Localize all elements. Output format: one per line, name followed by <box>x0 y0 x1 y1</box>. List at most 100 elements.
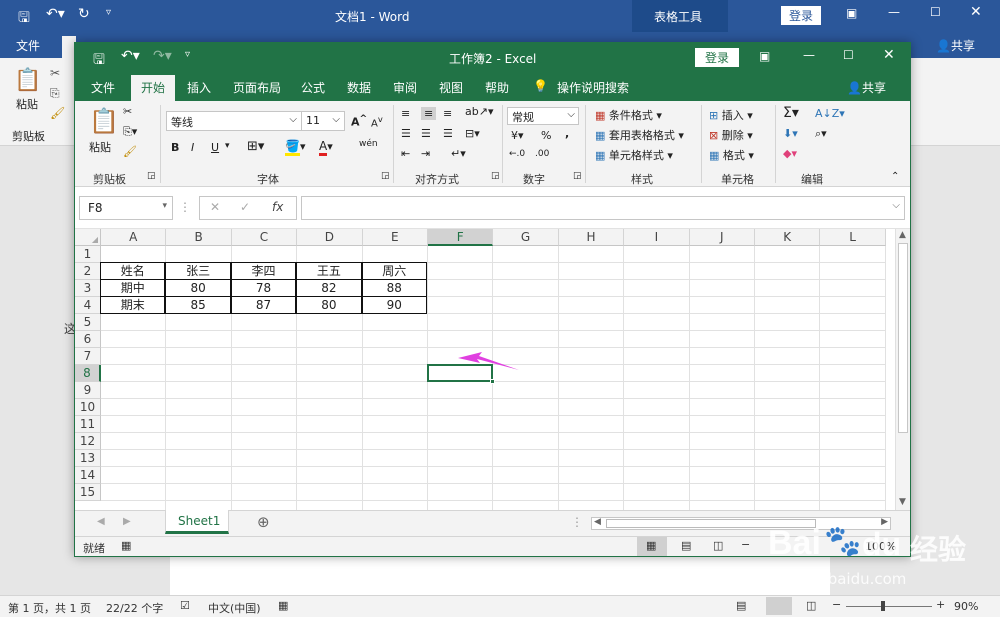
word-tab-file[interactable]: 文件 <box>16 37 40 54</box>
word-copy-icon[interactable]: ⎘ <box>50 86 60 101</box>
column-header-a[interactable]: A <box>101 229 167 246</box>
name-box[interactable]: F8 ▾ <box>79 196 173 220</box>
excel-login-button[interactable]: 登录 <box>695 48 740 67</box>
table-format-button[interactable]: ▦ 套用表格格式 ▾ <box>595 127 684 143</box>
column-header-k[interactable]: K <box>755 229 821 246</box>
word-share-button[interactable]: 👤共享 <box>936 37 975 54</box>
format-cells-button[interactable]: ▦ 格式 ▾ <box>709 147 754 163</box>
font-name-select[interactable]: 等线 ⌵ <box>166 111 302 131</box>
align-right-icon[interactable]: ☰ <box>443 127 453 140</box>
copy-icon[interactable]: ⎘▾ <box>123 125 137 139</box>
insert-cells-button[interactable]: ⊞ 插入 ▾ <box>709 107 753 123</box>
column-header-e[interactable]: E <box>362 229 428 246</box>
normal-view-icon[interactable]: ▦ <box>637 537 667 556</box>
vertical-scrollbar[interactable]: ▲ ▼ <box>895 229 910 510</box>
merge-center-icon[interactable]: ⊟▾ <box>465 127 480 140</box>
column-header-l[interactable]: L <box>820 229 886 246</box>
find-select-button[interactable]: ⌕▾ <box>815 127 827 141</box>
word-cut-icon[interactable]: ✂ <box>50 66 60 80</box>
read-mode-icon[interactable]: ▤ <box>736 599 746 612</box>
excel-ribbon-display-icon[interactable]: ▣ <box>759 49 770 63</box>
word-zoom-level[interactable]: 90% <box>954 600 978 613</box>
row-header-5[interactable]: 5 <box>75 314 101 331</box>
orientation-icon[interactable]: ab↗▾ <box>465 105 493 118</box>
alignment-launcher-icon[interactable]: ◲ <box>491 171 500 181</box>
row-header-12[interactable]: 12 <box>75 433 101 450</box>
align-top-icon[interactable]: ≡ <box>401 107 410 120</box>
tab-file[interactable]: 文件 <box>91 79 115 96</box>
row-header-8[interactable]: 8 <box>75 365 101 382</box>
excel-maximize-icon[interactable]: ☐ <box>843 48 854 62</box>
maximize-icon[interactable]: ☐ <box>930 5 941 19</box>
excel-undo-icon[interactable]: ↶▾ <box>121 48 140 64</box>
clear-icon[interactable]: ◆▾ <box>783 147 797 160</box>
underline-button[interactable]: U <box>211 141 219 154</box>
row-header-11[interactable]: 11 <box>75 416 101 433</box>
redo-icon[interactable]: ↻ <box>78 6 90 22</box>
table-cell[interactable]: 80 <box>165 279 231 297</box>
ribbon-display-icon[interactable]: ▣ <box>846 6 857 20</box>
page-break-view-icon[interactable]: ◫ <box>713 539 723 552</box>
undo-icon[interactable]: ↶▾ <box>46 6 65 22</box>
align-bottom-icon[interactable]: ≡ <box>443 107 452 120</box>
align-left-icon[interactable]: ☰ <box>401 127 411 140</box>
row-header-14[interactable]: 14 <box>75 467 101 484</box>
table-cell[interactable]: 王五 <box>296 262 362 280</box>
italic-button[interactable]: I <box>191 141 194 154</box>
border-icon[interactable]: ⊞▾ <box>247 139 264 154</box>
autosum-button[interactable]: Σ▾ <box>783 105 799 121</box>
row-header-9[interactable]: 9 <box>75 382 101 399</box>
font-launcher-icon[interactable]: ◲ <box>381 171 390 181</box>
delete-cells-button[interactable]: ⊠ 删除 ▾ <box>709 127 753 143</box>
paste-icon[interactable]: 📋 <box>89 107 119 135</box>
excel-share-button[interactable]: 👤共享 <box>847 79 886 96</box>
font-color-button[interactable]: A▾ <box>319 139 333 156</box>
tab-insert[interactable]: 插入 <box>187 79 211 96</box>
sort-filter-button[interactable]: A↓Z▾ <box>815 107 845 120</box>
customize-qat-icon[interactable]: ▿ <box>106 7 111 18</box>
word-format-painter-icon[interactable]: 🖌 <box>50 106 65 120</box>
word-paste-icon[interactable]: 📋 <box>14 68 41 93</box>
minimize-icon[interactable]: — <box>888 5 900 19</box>
row-header-1[interactable]: 1 <box>75 246 101 263</box>
scroll-up-icon[interactable]: ▲ <box>899 230 906 240</box>
fill-handle[interactable] <box>490 379 496 384</box>
tab-help[interactable]: 帮助 <box>485 79 509 96</box>
wrap-text-icon[interactable]: ↵▾ <box>451 147 466 160</box>
cut-icon[interactable]: ✂ <box>123 105 132 118</box>
sheet-tab-sheet1[interactable]: Sheet1 <box>165 510 229 534</box>
excel-zoom-out-icon[interactable]: − <box>741 538 750 551</box>
add-sheet-button[interactable]: ⊕ <box>257 513 270 531</box>
word-page-count[interactable]: 第 1 页，共 1 页 <box>8 600 91 616</box>
increase-indent-icon[interactable]: ⇥ <box>421 147 430 160</box>
font-size-select[interactable]: 11 ⌵ <box>301 111 345 131</box>
number-launcher-icon[interactable]: ◲ <box>573 171 582 181</box>
underline-dropdown-icon[interactable]: ▾ <box>225 141 230 151</box>
excel-save-icon[interactable]: 🖫 <box>93 49 105 73</box>
column-header-i[interactable]: I <box>624 229 690 246</box>
lightbulb-icon[interactable]: 💡 <box>533 79 548 93</box>
row-header-7[interactable]: 7 <box>75 348 101 365</box>
tab-home[interactable]: 开始 <box>141 79 165 96</box>
tab-data[interactable]: 数据 <box>347 79 371 96</box>
insert-function-icon[interactable]: fx <box>272 200 283 214</box>
accessibility-icon[interactable]: ▦ <box>278 599 288 612</box>
column-header-h[interactable]: H <box>558 229 625 246</box>
number-format-select[interactable]: 常规 ⌵ <box>507 107 579 125</box>
word-paste-label[interactable]: 粘贴 <box>16 96 38 112</box>
scrollbar-thumb[interactable] <box>898 243 908 433</box>
tab-page-layout[interactable]: 页面布局 <box>233 79 281 96</box>
table-cell[interactable]: 85 <box>165 296 231 314</box>
formula-input[interactable]: ⌵ <box>301 196 905 220</box>
collapse-ribbon-icon[interactable]: ⌃ <box>891 171 899 182</box>
confirm-entry-icon[interactable]: ✓ <box>240 200 250 214</box>
next-sheet-icon[interactable]: ▶ <box>123 516 131 527</box>
splitter-icon[interactable]: ⋮ <box>571 515 583 529</box>
tell-me-search[interactable]: 操作说明搜索 <box>557 79 629 96</box>
column-header-g[interactable]: G <box>493 229 559 246</box>
grow-font-button[interactable]: A^ <box>351 113 367 129</box>
spreadsheet-grid[interactable]: ◢ ABCDEFGHIJKL 1 2 3 4 5 6 7 8 9 10 11 12 13 14 15 姓名张… <box>75 229 895 510</box>
table-cell[interactable]: 姓名 <box>100 262 166 280</box>
row-header-4[interactable]: 4 <box>75 297 101 314</box>
phonetic-button[interactable]: wén <box>359 139 378 149</box>
